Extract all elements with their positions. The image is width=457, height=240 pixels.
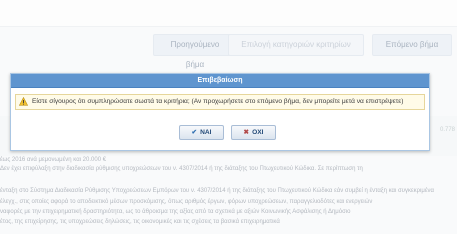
yes-button[interactable]: ✔ ΝΑΙ [179,125,224,140]
warning-icon [19,96,28,106]
dialog-title: Επιβεβαίωση [11,74,429,88]
dialog-buttons: ✔ ΝΑΙ ✖ ΟΧΙ [11,125,429,140]
close-icon: ✖ [243,129,250,136]
dialog-message-box: Είστε σίγουρος ότι συμπληρώσατε σωστά τα… [15,94,425,110]
no-button[interactable]: ✖ ΟΧΙ [231,125,276,140]
check-icon: ✔ [191,129,198,136]
dialog-message: Είστε σίγουρος ότι συμπληρώσατε σωστά τα… [32,98,404,105]
confirmation-dialog: Επιβεβαίωση Είστε σίγουρος ότι συμπληρώσ… [10,73,430,151]
no-label: ΟΧΙ [252,129,264,136]
yes-label: ΝΑΙ [200,129,212,136]
